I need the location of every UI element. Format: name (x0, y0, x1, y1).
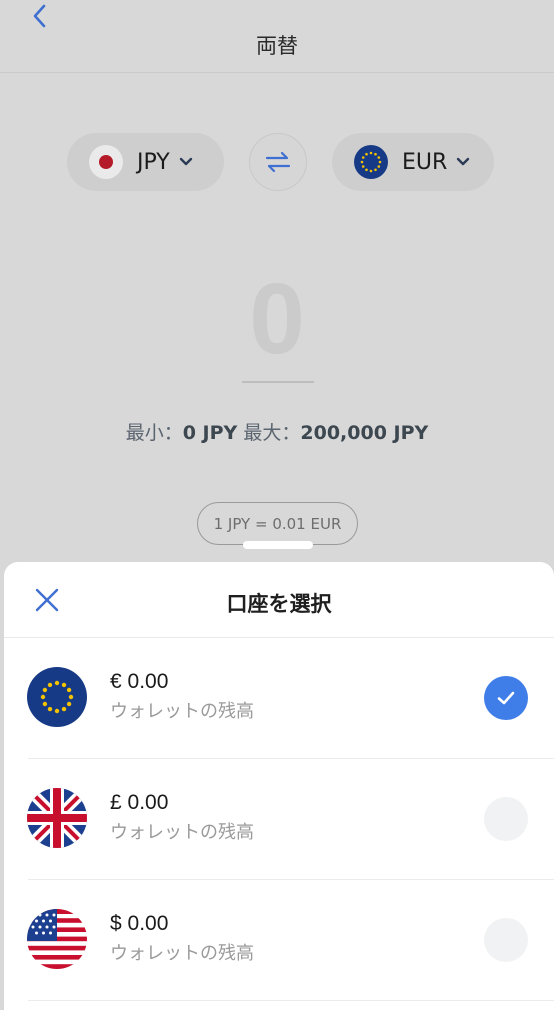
uk-flag-icon (27, 788, 87, 848)
eu-flag-icon (27, 667, 87, 727)
amount-underline (242, 381, 314, 383)
account-item-eur[interactable]: € 0.00 ウォレットの残高 (4, 638, 554, 759)
swap-arrows-icon (265, 151, 291, 173)
page-title: 両替 (256, 34, 298, 58)
account-item-usd[interactable]: $ 0.00 ウォレットの残高 (4, 880, 554, 1001)
to-currency-code: EUR (402, 149, 448, 175)
max-value: 200,000 JPY (300, 422, 429, 444)
checkmark-icon (497, 691, 515, 705)
sheet-header: 口座を選択 (4, 562, 554, 638)
eu-flag-icon (354, 145, 388, 179)
account-item-gbp[interactable]: £ 0.00 ウォレットの残高 (4, 759, 554, 880)
amount-limits: 最小：0 JPY 最大：200,000 JPY (0, 418, 554, 445)
swap-button[interactable] (249, 133, 307, 191)
chevron-down-icon (457, 157, 470, 166)
account-balance: £ 0.00 (110, 791, 169, 814)
account-balance: € 0.00 (110, 670, 169, 693)
header-divider (0, 72, 554, 73)
account-subtitle: ウォレットの残高 (110, 943, 254, 964)
exchange-rate-chip: 1 JPY = 0.01 EUR (197, 502, 358, 545)
chevron-left-icon[interactable] (28, 2, 52, 30)
account-radio[interactable] (484, 797, 528, 841)
sheet-title: 口座を選択 (226, 592, 332, 616)
sheet-grabber[interactable] (243, 541, 313, 549)
from-currency-selector[interactable]: JPY (67, 133, 224, 191)
to-currency-selector[interactable]: EUR (332, 133, 494, 191)
account-subtitle: ウォレットの残高 (110, 822, 254, 843)
divider (28, 1000, 554, 1001)
us-flag-icon (27, 909, 87, 969)
max-label: 最大： (243, 422, 301, 444)
from-currency-code: JPY (137, 149, 170, 175)
amount-display[interactable]: 0 (0, 262, 554, 377)
account-balance: $ 0.00 (110, 912, 169, 935)
account-radio[interactable] (484, 918, 528, 962)
account-radio-selected[interactable] (484, 676, 528, 720)
japan-flag-icon (89, 145, 123, 179)
account-subtitle: ウォレットの残高 (110, 701, 254, 722)
chevron-down-icon (179, 157, 192, 166)
account-select-sheet: 口座を選択 € 0.00 ウォレットの残高 £ 0.00 ウォレットの残高 $ … (4, 562, 554, 1010)
min-label: 最小： (125, 422, 183, 444)
min-value: 0 JPY (182, 422, 238, 444)
